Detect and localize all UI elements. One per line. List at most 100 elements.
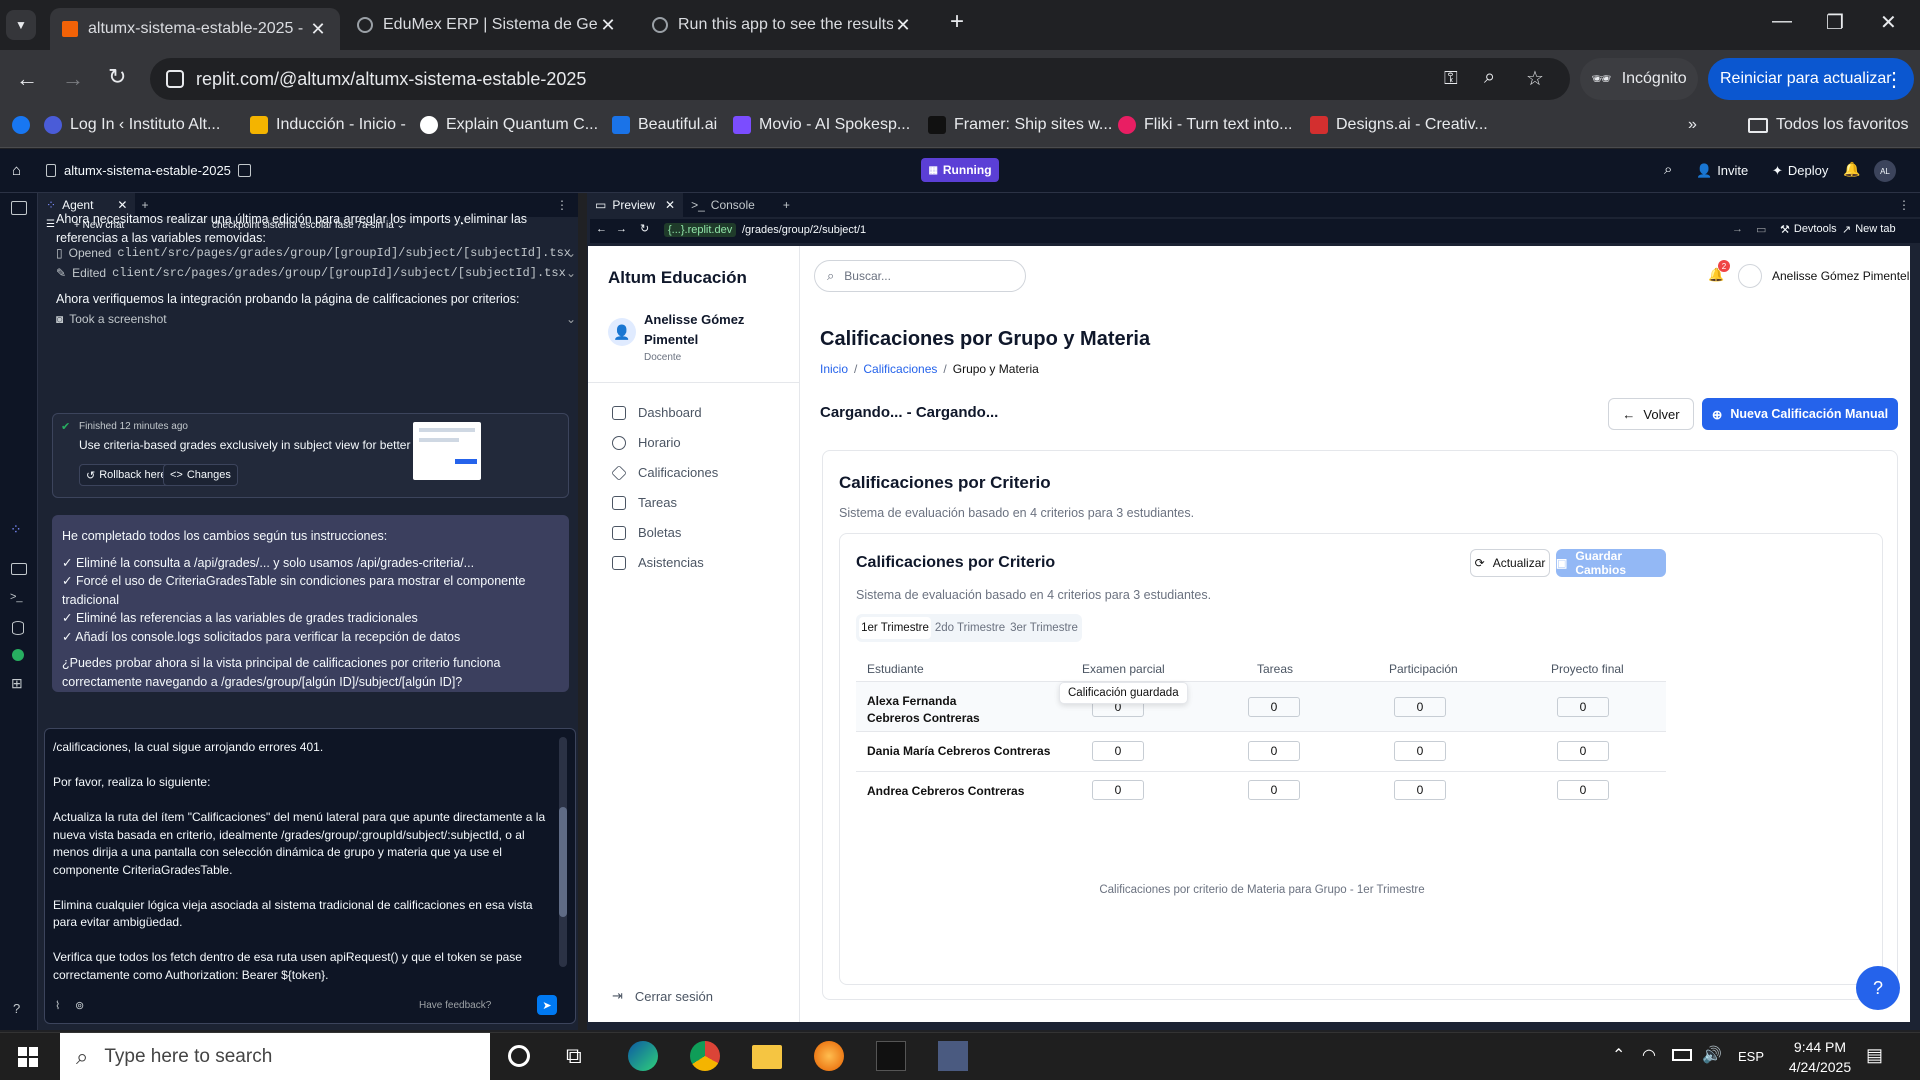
grade-input[interactable]: 0 [1092, 780, 1144, 800]
help-fab[interactable]: ? [1856, 966, 1900, 1010]
volume-icon[interactable]: 🔊 [1702, 1045, 1722, 1065]
sidebar-item-calificaciones[interactable]: Calificaciones [611, 464, 718, 481]
sidebar-item-dashboard[interactable]: Dashboard [612, 405, 702, 420]
preview-host[interactable]: {...}.replit.dev [664, 223, 737, 237]
tab-edumex[interactable]: EduMex ERP | Sistema de Gestión ✕ [345, 8, 630, 42]
forward-arrow-icon[interactable]: → [62, 66, 84, 92]
breadcrumb-inicio[interactable]: Inicio [820, 362, 848, 376]
new-tab-button[interactable]: ↗ New tab [1842, 223, 1896, 236]
address-bar[interactable]: replit.com/@altumx/altumx-sistema-establ… [150, 58, 1570, 100]
close-icon[interactable]: ✕ [308, 19, 328, 40]
apps-tool-icon[interactable]: ⁘ [10, 521, 22, 538]
rollback-button[interactable]: ↺ Rollback here [79, 464, 174, 486]
tab-term-2[interactable]: 2do Trimestre [934, 617, 1006, 639]
all-tools-icon[interactable]: ⊞ [11, 675, 23, 692]
maximize-button[interactable]: ❐ [1826, 10, 1844, 35]
clock[interactable]: 9:44 PM 4/24/2025 [1780, 1037, 1860, 1077]
chevron-down-icon[interactable]: ⌄ [566, 266, 576, 280]
logout-button[interactable]: ⇥ Cerrar sesión [612, 988, 713, 1004]
new-manual-grade-button[interactable]: ⊕ Nueva Calificación Manual [1702, 398, 1898, 430]
grade-input[interactable]: 0 [1557, 780, 1609, 800]
show-hidden-icons[interactable]: ⌃ [1612, 1045, 1625, 1065]
new-tab-button[interactable]: + [950, 8, 964, 36]
bookmark-item[interactable]: Movio - AI Spokesp... [733, 116, 910, 134]
step-screenshot[interactable]: ◙ Took a screenshot ⌄ [56, 312, 576, 326]
grade-input[interactable]: 0 [1394, 697, 1446, 717]
avatar[interactable]: AL [1874, 160, 1896, 182]
layout-icon[interactable] [238, 164, 251, 177]
more-vert-icon[interactable]: ⋮ [1884, 67, 1904, 92]
grade-input[interactable]: 0 [1557, 741, 1609, 761]
close-icon[interactable]: ✕ [598, 15, 618, 36]
language-indicator[interactable]: ESP [1738, 1049, 1764, 1064]
close-icon[interactable]: ✕ [893, 15, 913, 36]
firefox-icon[interactable] [814, 1041, 844, 1071]
back-arrow-icon[interactable]: ← [596, 223, 607, 235]
step-opened-file[interactable]: ▯ Opened client/src/pages/grades/group/[… [56, 246, 576, 260]
chevron-down-icon[interactable]: ⌄ [566, 312, 576, 326]
bookmark-item[interactable]: Inducción - Inicio - [250, 116, 406, 134]
tab-term-3[interactable]: 3er Trimestre [1008, 617, 1080, 639]
grade-input[interactable]: 0 [1248, 697, 1300, 717]
bookmark-item[interactable]: Beautiful.ai [612, 116, 717, 134]
bookmark-item[interactable]: Explain Quantum C... [420, 116, 598, 134]
menu-icon[interactable]: ☰ [46, 219, 55, 230]
header-user-name[interactable]: Anelisse Gómez Pimentel [1772, 269, 1909, 283]
secrets-tool-icon[interactable] [12, 649, 24, 661]
refresh-button[interactable]: ⟳ Actualizar [1470, 549, 1550, 577]
tab-search-button[interactable]: ▼ [6, 10, 36, 40]
sidebar-item-horario[interactable]: Horario [612, 435, 681, 450]
save-changes-button[interactable]: ▣ Guardar Cambios [1556, 549, 1666, 577]
search-input[interactable]: ⌕ Buscar... [814, 260, 1026, 292]
reload-icon[interactable]: ↻ [640, 222, 649, 235]
bell-icon[interactable]: 🔔 [1843, 161, 1860, 178]
header-avatar[interactable] [1738, 264, 1762, 288]
password-key-icon[interactable]: ⚿ [1444, 68, 1458, 89]
open-external-icon[interactable]: → [1732, 223, 1743, 235]
breadcrumb-calificaciones[interactable]: Calificaciones [863, 362, 937, 376]
attach-icon[interactable]: ⌇ [55, 999, 60, 1012]
grade-input[interactable]: 0 [1394, 741, 1446, 761]
close-icon[interactable]: ✕ [665, 198, 675, 212]
facebook-icon[interactable] [12, 116, 30, 134]
tab-replit[interactable]: altumx-sistema-estable-2025 - ✕ [50, 8, 340, 50]
window-close-button[interactable]: ✕ [1880, 10, 1897, 35]
monitor-tool-icon[interactable] [11, 563, 27, 575]
wifi-icon[interactable]: ◠ [1642, 1045, 1656, 1065]
chat-input-text[interactable]: /calificaciones, la cual sigue arrojando… [53, 739, 553, 984]
restart-to-update-button[interactable]: Reiniciar para actualizar ⋮ [1708, 58, 1914, 100]
deploy-button[interactable]: ✦ Deploy [1772, 163, 1828, 179]
search-icon[interactable]: ⌕ [1664, 161, 1672, 178]
windows-start-icon[interactable] [18, 1047, 38, 1067]
bookmark-item[interactable]: Log In ‹ Instituto Alt... [44, 116, 220, 134]
grade-input[interactable]: 0 [1092, 741, 1144, 761]
back-button[interactable]: ← Volver [1608, 398, 1694, 430]
file-explorer-icon[interactable] [752, 1045, 782, 1069]
grade-input[interactable]: 0 [1248, 780, 1300, 800]
screenshot-thumbnail[interactable] [413, 422, 481, 480]
grade-input[interactable]: 0 [1248, 741, 1300, 761]
step-edited-file[interactable]: ✎ Edited client/src/pages/grades/group/[… [56, 266, 576, 280]
sidebar-item-tareas[interactable]: Tareas [612, 495, 677, 510]
pinned-app-icon[interactable] [938, 1041, 968, 1071]
forward-arrow-icon[interactable]: → [616, 223, 627, 235]
grade-input[interactable]: 0 [1557, 697, 1609, 717]
home-icon[interactable]: ⌂ [12, 162, 21, 179]
changes-button[interactable]: <> Changes [163, 464, 238, 486]
sidebar-item-asistencias[interactable]: Asistencias [612, 555, 704, 570]
agent-chat-input[interactable]: /calificaciones, la cual sigue arrojando… [44, 728, 576, 1024]
browser-tool-icon[interactable] [11, 201, 27, 215]
devtools-button[interactable]: ⚒ Devtools [1780, 223, 1837, 236]
bookmarks-overflow-icon[interactable]: » [1688, 116, 1697, 134]
tab-console[interactable]: >_ Console [683, 193, 763, 217]
bookmark-item[interactable]: Fliki - Turn text into... [1118, 116, 1292, 134]
preview-path-input[interactable]: /grades/group/2/subject/1 [742, 224, 866, 236]
all-bookmarks-folder[interactable]: Todos los favoritos [1748, 116, 1909, 134]
input-scrollbar[interactable] [559, 737, 567, 967]
tab-term-1[interactable]: 1er Trimestre [859, 617, 931, 639]
bookmark-item[interactable]: Framer: Ship sites w... [928, 116, 1112, 134]
send-button[interactable]: ➤ [537, 995, 557, 1015]
game-app-icon[interactable] [876, 1041, 906, 1071]
sidebar-item-boletas[interactable]: Boletas [612, 525, 681, 540]
more-vert-icon[interactable]: ⋮ [1898, 198, 1910, 212]
